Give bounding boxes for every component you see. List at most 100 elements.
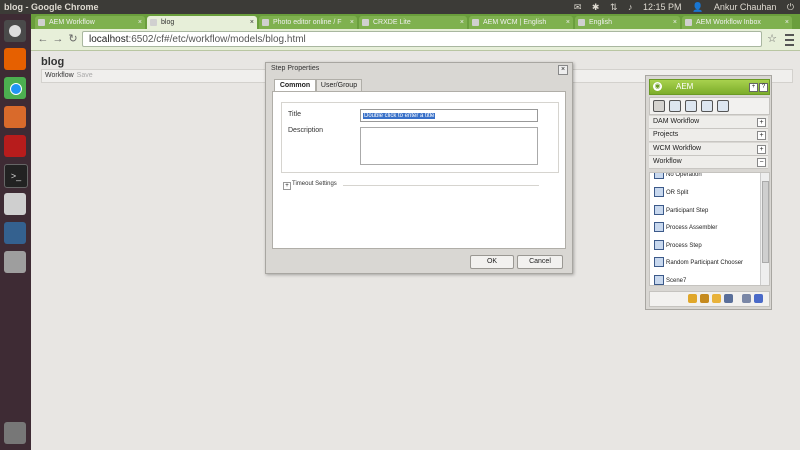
- nav-bar: ← → ↻ localhost:6502/cf#/etc/workflow/mo…: [31, 29, 800, 51]
- close-icon[interactable]: ×: [350, 16, 354, 29]
- ok-button[interactable]: OK: [470, 255, 514, 269]
- close-icon[interactable]: ×: [558, 65, 568, 75]
- save-button[interactable]: Save: [77, 72, 93, 79]
- power-icon[interactable]: ⏻: [787, 2, 794, 12]
- mail-icon[interactable]: ✉: [574, 2, 582, 12]
- terminal-icon[interactable]: >_: [4, 164, 28, 188]
- expand-icon[interactable]: +: [283, 182, 291, 190]
- tab-english[interactable]: English ×: [575, 16, 680, 29]
- list-item[interactable]: OR Split: [654, 187, 688, 199]
- list-item[interactable]: Process Assembler: [654, 222, 717, 234]
- copy-icon[interactable]: [724, 294, 733, 303]
- list-item[interactable]: No Operation: [654, 173, 702, 181]
- tab-crxde[interactable]: CRXDE Lite ×: [359, 16, 467, 29]
- volume-icon[interactable]: ♪: [628, 2, 633, 12]
- expand-icon[interactable]: +: [757, 131, 766, 140]
- clock-icon[interactable]: [701, 100, 713, 112]
- page-icon: [262, 19, 269, 26]
- tab-photo-editor[interactable]: Photo editor online / F ×: [259, 16, 357, 29]
- address-bar[interactable]: localhost:6502/cf#/etc/workflow/models/b…: [82, 31, 762, 47]
- collapse-icon[interactable]: −: [757, 158, 766, 167]
- network-icon[interactable]: ⇅: [610, 2, 618, 12]
- step-icon: [654, 173, 664, 180]
- dash-icon[interactable]: [4, 20, 26, 42]
- drive-icon[interactable]: [4, 251, 26, 273]
- dialog-title: Step Properties: [271, 65, 320, 72]
- star-icon[interactable]: ☆: [766, 33, 778, 45]
- step-icon: [654, 222, 664, 233]
- back-icon[interactable]: ←: [37, 33, 49, 45]
- group-wcm-workflow[interactable]: WCM Workflow +: [649, 143, 768, 156]
- tab-aem-inbox[interactable]: AEM Workflow Inbox ×: [682, 16, 792, 29]
- scrollbar-thumb[interactable]: [762, 181, 769, 263]
- cancel-button[interactable]: Cancel: [517, 255, 563, 269]
- list-item[interactable]: Process Step: [654, 240, 702, 252]
- fields-panel: Title Double click to enter a title Desc…: [281, 102, 559, 173]
- info-icon[interactable]: [685, 100, 697, 112]
- sidekick: ◉ AEM + ? DAM Workflow + Projects + WCM Wo…: [645, 75, 772, 310]
- step-icon: [654, 187, 664, 198]
- description-field[interactable]: [360, 127, 538, 165]
- sidekick-title: AEM: [676, 82, 694, 91]
- tab-aem-wcm[interactable]: AEM WCM | English ×: [469, 16, 573, 29]
- bluetooth-icon[interactable]: ✱: [592, 2, 600, 12]
- close-icon[interactable]: ×: [785, 16, 789, 29]
- page-icon: [150, 19, 157, 26]
- chrome-icon[interactable]: [4, 77, 26, 99]
- close-icon[interactable]: ×: [460, 16, 464, 29]
- help-icon[interactable]: ?: [759, 83, 768, 92]
- page-icon: [38, 19, 45, 26]
- design-icon[interactable]: [712, 294, 721, 303]
- page-title: blog: [41, 56, 65, 68]
- timeout-label: Timeout Settings: [292, 181, 337, 187]
- trash-icon[interactable]: [4, 422, 26, 444]
- list-item[interactable]: Random Participant Chooser: [654, 257, 743, 269]
- forward-icon[interactable]: →: [52, 33, 64, 45]
- dialog-body: Title Double click to enter a title Desc…: [272, 91, 566, 249]
- edit-icon[interactable]: [688, 294, 697, 303]
- expand-icon[interactable]: +: [757, 118, 766, 127]
- preview-icon[interactable]: [700, 294, 709, 303]
- expand-icon[interactable]: +: [757, 145, 766, 154]
- title-field[interactable]: Double click to enter a title: [360, 109, 538, 122]
- tab-aem-workflow[interactable]: AEM Workflow ×: [35, 16, 145, 29]
- timeout-settings[interactable]: + Timeout Settings: [283, 181, 543, 191]
- step-icon: [654, 240, 664, 251]
- clock[interactable]: 12:15 PM: [643, 2, 682, 12]
- tab-blog[interactable]: blog ×: [147, 16, 257, 29]
- page-icon: [472, 19, 479, 26]
- group-projects[interactable]: Projects +: [649, 129, 768, 142]
- page-icon: [685, 19, 692, 26]
- tab-strip: AEM Workflow × blog × Photo editor online …: [31, 14, 800, 29]
- components-icon[interactable]: [653, 100, 665, 112]
- firefox-icon[interactable]: [4, 48, 26, 70]
- sidekick-footer: [649, 291, 770, 307]
- step-icon: [654, 257, 664, 268]
- minimize-icon[interactable]: +: [749, 83, 758, 92]
- app-icon[interactable]: [4, 135, 26, 157]
- screen-icon[interactable]: [4, 222, 26, 244]
- settings-icon[interactable]: [742, 294, 751, 303]
- sidekick-tab-icons: [649, 97, 770, 115]
- menu-icon[interactable]: [785, 34, 794, 46]
- top-panel: blog - Google Chrome ✉ ✱ ⇅ ♪ 12:15 PM 👤 …: [0, 0, 800, 14]
- close-icon[interactable]: ×: [138, 16, 142, 29]
- reload-icon[interactable]: ↻: [67, 33, 79, 45]
- list-item[interactable]: Participant Step: [654, 205, 708, 217]
- scrollbar[interactable]: [760, 173, 769, 285]
- workflow-icon[interactable]: [717, 100, 729, 112]
- page-icon[interactable]: [669, 100, 681, 112]
- list-item[interactable]: Scene7: [654, 275, 686, 285]
- close-icon[interactable]: ×: [250, 16, 254, 29]
- workflow-menu[interactable]: Workflow: [45, 72, 74, 79]
- user-name[interactable]: Ankur Chauhan: [714, 2, 777, 12]
- group-workflow[interactable]: Workflow −: [649, 156, 768, 169]
- files-icon[interactable]: [4, 106, 26, 128]
- step-properties-dialog: Step Properties × Common User/Group Titl…: [265, 62, 573, 274]
- text-editor-icon[interactable]: [4, 193, 26, 215]
- refresh-icon[interactable]: [754, 294, 763, 303]
- group-dam-workflow[interactable]: DAM Workflow +: [649, 116, 768, 129]
- close-icon[interactable]: ×: [673, 16, 677, 29]
- page-icon: [362, 19, 369, 26]
- close-icon[interactable]: ×: [566, 16, 570, 29]
